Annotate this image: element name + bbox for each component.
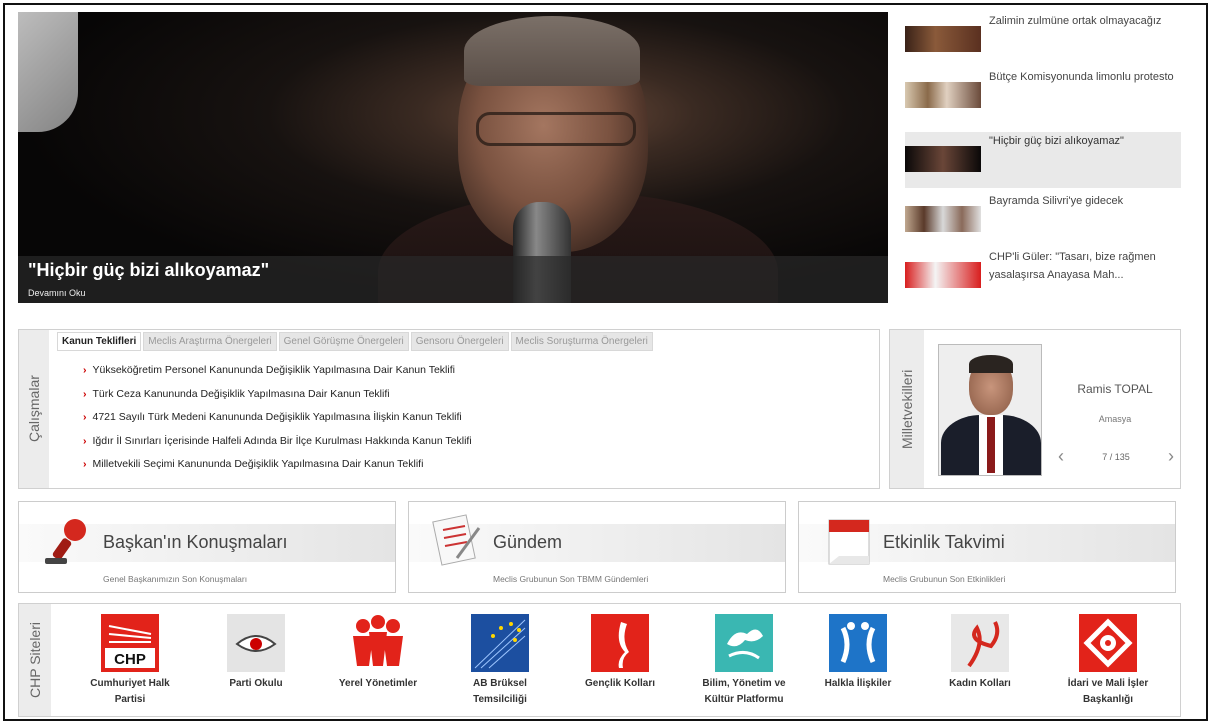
feature-title[interactable]: Etkinlik Takvimi [883, 532, 1005, 553]
law-title[interactable]: 4721 Sayılı Türk Medeni Kanununda Değişi… [93, 411, 462, 423]
calendar-icon [828, 519, 870, 565]
mp-counter: 7 / 135 [1102, 451, 1130, 462]
feature-subtitle: Meclis Grubunun Son Etkinlikleri [883, 574, 1006, 584]
news-item-title[interactable]: Zalimin zulmüne ortak olmayacağız [989, 12, 1175, 30]
news-item[interactable]: CHP'li Güler: "Tasarı, bize rağmen yasal… [905, 248, 1181, 288]
chevron-left-icon[interactable]: ‹ [1058, 446, 1064, 467]
tab-gensoru[interactable]: Gensoru Önergeleri [410, 332, 509, 351]
law-title[interactable]: Türk Ceza Kanununda Değişiklik Yapılması… [93, 388, 390, 400]
site-label[interactable]: Cumhuriyet Halk Partisi [75, 676, 185, 708]
hero-photo-hair [464, 16, 640, 86]
news-list: Zalimin zulmüne ortak olmayacağız Bütçe … [905, 12, 1181, 322]
works-section-label: Çalışmalar [19, 330, 49, 488]
tab-meclis-arastirma[interactable]: Meclis Araştırma Önergeleri [143, 332, 277, 351]
site-link[interactable]: Gençlik Kolları [565, 614, 675, 692]
list-item[interactable]: › Milletvekili Seçimi Kanununda Değişikli… [83, 458, 873, 482]
mp-panel: Milletvekilleri Ramis TOPAL Amasya ‹ 7 /… [889, 329, 1181, 489]
news-thumbnail [905, 206, 981, 232]
chevron-right-icon[interactable]: › [1168, 446, 1174, 467]
hero-photo-hand [18, 12, 78, 132]
feature-events[interactable]: Etkinlik Takvimi Meclis Grubunun Son Etk… [798, 501, 1176, 593]
feature-speeches[interactable]: Başkan'ın Konuşmaları Genel Başkanımızın… [18, 501, 396, 593]
chevron-right-icon: › [83, 387, 87, 400]
mp-photo[interactable] [938, 344, 1042, 476]
chp-logo-icon: CHP [101, 614, 159, 672]
site-link[interactable]: AB Brüksel Temsilciliği [445, 614, 555, 708]
mp-photo-tie [987, 417, 995, 473]
list-item[interactable]: › Yükseköğretim Personel Kanununda Değişi… [83, 364, 873, 388]
news-item-active[interactable]: "Hiçbir güç bizi alıkoyamaz" [905, 132, 1181, 188]
admin-finance-icon [1079, 614, 1137, 672]
site-label[interactable]: Bilim, Yönetim ve Kültür Platformu [689, 676, 799, 708]
eu-stars-icon [471, 614, 529, 672]
read-more-link[interactable]: Devamını Oku [28, 288, 86, 298]
law-list: › Yükseköğretim Personel Kanununda Değişi… [83, 364, 873, 482]
site-label[interactable]: Halkla İlişkiler [803, 676, 913, 692]
document-pen-icon [432, 514, 481, 566]
list-item[interactable]: › Iğdır İl Sınırları İçerisinde Halfeli A… [83, 435, 873, 459]
feature-title[interactable]: Gündem [493, 532, 562, 553]
works-panel: Çalışmalar Kanun Teklifleri Meclis Araşt… [18, 329, 880, 489]
hero-photo-glasses [476, 112, 636, 146]
public-relations-icon [829, 614, 887, 672]
feature-subtitle: Meclis Grubunun Son TBMM Gündemleri [493, 574, 649, 584]
list-item[interactable]: › Türk Ceza Kanununda Değişiklik Yapılmas… [83, 388, 873, 412]
microphone-icon [45, 519, 86, 564]
mp-photo-hair [969, 355, 1013, 373]
works-tabs: Kanun Teklifleri Meclis Araştırma Önerge… [57, 332, 655, 351]
news-thumbnail [905, 26, 981, 52]
site-link[interactable]: CHP Cumhuriyet Halk Partisi [75, 614, 185, 708]
chevron-right-icon: › [83, 411, 87, 423]
science-culture-icon [715, 614, 773, 672]
news-item[interactable]: Bütçe Komisyonunda limonlu protesto [905, 68, 1181, 108]
feature-subtitle: Genel Başkanımızın Son Konuşmaları [103, 574, 248, 584]
law-title[interactable]: Milletvekili Seçimi Kanununda Değişiklik… [93, 458, 424, 470]
mp-pagination: ‹ 7 / 135 › [1058, 446, 1174, 467]
tab-meclis-sorusturma[interactable]: Meclis Soruşturma Önergeleri [510, 332, 653, 351]
mp-name[interactable]: Ramis TOPAL [1050, 382, 1180, 396]
women-branch-icon [951, 614, 1009, 672]
people-group-icon [349, 614, 407, 672]
news-thumbnail [905, 146, 981, 172]
site-link[interactable]: Halkla İlişkiler [803, 614, 913, 692]
site-label[interactable]: İdari ve Mali İşler Başkanlığı [1053, 676, 1163, 708]
site-label[interactable]: Gençlik Kolları [565, 676, 675, 692]
news-item[interactable]: Bayramda Silivri'ye gidecek [905, 192, 1181, 232]
list-item[interactable]: › 4721 Sayılı Türk Medeni Kanununda Değiş… [83, 411, 873, 435]
mp-section-label: Milletvekilleri [890, 330, 924, 488]
site-label[interactable]: AB Brüksel Temsilciliği [445, 676, 555, 708]
tab-kanun-teklifleri[interactable]: Kanun Teklifleri [57, 332, 142, 351]
site-label[interactable]: Parti Okulu [201, 676, 311, 692]
law-title[interactable]: Iğdır İl Sınırları İçerisinde Halfeli Ad… [93, 435, 472, 447]
news-item[interactable]: Zalimin zulmüne ortak olmayacağız [905, 12, 1181, 52]
news-thumbnail [905, 82, 981, 108]
news-item-title[interactable]: "Hiçbir güç bizi alıkoyamaz" [989, 132, 1175, 150]
site-label[interactable]: Yerel Yönetimler [323, 676, 433, 692]
youth-flame-icon [591, 614, 649, 672]
site-label[interactable]: Kadın Kolları [925, 676, 1035, 692]
feature-title[interactable]: Başkan'ın Konuşmaları [103, 532, 288, 553]
chp-sites-panel: CHP Siteleri CHP Cumhuriyet Halk Partisi… [18, 603, 1181, 717]
eye-icon [227, 614, 285, 672]
news-thumbnail [905, 262, 981, 288]
chevron-right-icon: › [83, 458, 87, 470]
tab-genel-gorusme[interactable]: Genel Görüşme Önergeleri [278, 332, 409, 351]
news-item-title[interactable]: Bütçe Komisyonunda limonlu protesto [989, 68, 1175, 86]
site-link[interactable]: Kadın Kolları [925, 614, 1035, 692]
news-item-title[interactable]: CHP'li Güler: "Tasarı, bize rağmen yasal… [989, 248, 1175, 284]
sites-section-label: CHP Siteleri [19, 604, 51, 716]
chp-logo-text: CHP [114, 651, 146, 668]
law-title[interactable]: Yükseköğretim Personel Kanununda Değişik… [93, 364, 455, 376]
site-link[interactable]: İdari ve Mali İşler Başkanlığı [1053, 614, 1163, 708]
news-item-title[interactable]: Bayramda Silivri'ye gidecek [989, 192, 1175, 210]
site-link[interactable]: Parti Okulu [201, 614, 311, 692]
mp-city: Amasya [1098, 414, 1132, 424]
feature-agenda[interactable]: Gündem Meclis Grubunun Son TBMM Gündemle… [408, 501, 786, 593]
site-link[interactable]: Yerel Yönetimler [323, 614, 433, 692]
chevron-right-icon: › [83, 434, 87, 447]
chevron-right-icon: › [83, 364, 87, 376]
hero-slider[interactable]: "Hiçbir güç bizi alıkoyamaz" Devamını Ok… [18, 12, 888, 303]
hero-caption[interactable]: "Hiçbir güç bizi alıkoyamaz" [28, 260, 269, 281]
site-link[interactable]: Bilim, Yönetim ve Kültür Platformu [689, 614, 799, 708]
